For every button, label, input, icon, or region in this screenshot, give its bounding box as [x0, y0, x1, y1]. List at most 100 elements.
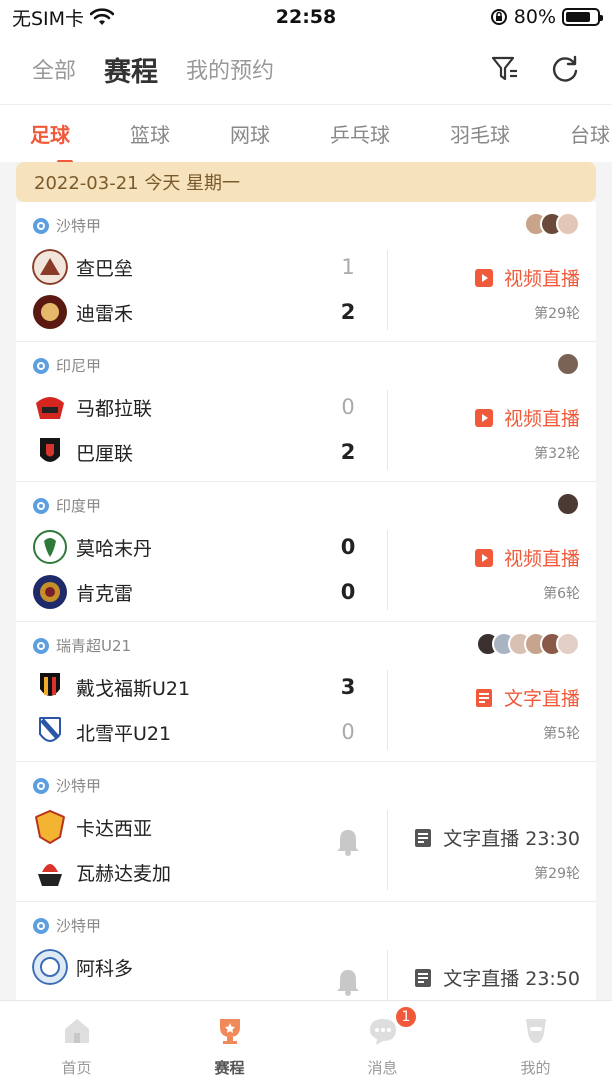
- live-label: 视频直播: [503, 408, 580, 430]
- league: 印尼甲: [32, 355, 101, 376]
- profile-icon: [525, 1019, 546, 1043]
- tab-label: 首页: [61, 1059, 92, 1077]
- away-team: 瓦赫达麦加: [32, 854, 171, 890]
- team-logo: [33, 530, 67, 564]
- tab-profile[interactable]: 我的: [459, 1001, 612, 1088]
- filter-icon[interactable]: [490, 54, 520, 84]
- clock: 22:58: [275, 6, 337, 28]
- league-name: 印尼甲: [56, 357, 102, 375]
- tab-messages[interactable]: 消息 1: [306, 1001, 459, 1088]
- football-icon: [33, 497, 49, 514]
- match-card[interactable]: 瑞青超U21 戴戈福斯U21 北雪平U21 3 0 文字直播 第5轮: [16, 622, 596, 762]
- status-left: 无SIM卡: [12, 4, 115, 31]
- home-team: 阿科多: [32, 949, 133, 985]
- tab-badminton[interactable]: 羽毛球: [420, 119, 540, 148]
- tab-basketball[interactable]: 篮球: [100, 119, 200, 148]
- team-logo: [33, 295, 67, 329]
- live-link[interactable]: 视频直播: [474, 404, 580, 431]
- live-link[interactable]: 文字直播: [474, 684, 580, 711]
- home-score: 0: [340, 535, 356, 559]
- match-card[interactable]: 印度甲 莫哈末丹 肯克雷 0 0 视频直播 第6轮: [16, 482, 596, 622]
- tab-tennis[interactable]: 网球: [200, 119, 300, 148]
- match-card[interactable]: 沙特甲 查巴垒 迪雷禾 1 2 视频直播 第29轮: [16, 202, 596, 342]
- battery-icon: [562, 8, 603, 26]
- live-label: 视频直播: [503, 548, 580, 570]
- viewer-avatars[interactable]: [476, 632, 580, 656]
- team-logo: [32, 949, 68, 985]
- tab-home[interactable]: 首页: [0, 1001, 153, 1088]
- round-label: 第6轮: [543, 586, 580, 602]
- team-logo: [32, 249, 68, 285]
- team-name: 阿科多: [76, 957, 134, 980]
- round-label: 第29轮: [534, 866, 580, 882]
- away-score: 0: [340, 580, 356, 604]
- viewer-avatars[interactable]: [524, 212, 580, 236]
- home-team: 查巴垒: [32, 249, 133, 285]
- divider: [387, 250, 388, 330]
- away-team: 巴厘联: [32, 434, 133, 470]
- team-name: 巴厘联: [76, 442, 134, 465]
- live-link[interactable]: 视频直播: [474, 544, 580, 571]
- league: 瑞青超U21: [32, 635, 131, 656]
- tab-schedule[interactable]: 赛程: [153, 1001, 306, 1088]
- avatar: [556, 212, 580, 236]
- status-right: 80%: [490, 6, 603, 28]
- divider: [387, 390, 388, 470]
- tab-table-tennis[interactable]: 乒乓球: [300, 119, 420, 148]
- away-team: 肯克雷: [32, 574, 133, 610]
- home-team: 马都拉联: [32, 389, 152, 425]
- league: 印度甲: [32, 495, 101, 516]
- tab-billiards[interactable]: 台球: [540, 119, 612, 148]
- away-score: 2: [340, 440, 356, 464]
- match-list: 沙特甲 查巴垒 迪雷禾 1 2 视频直播 第29轮 印尼甲 马都拉联 巴厘联 0…: [16, 202, 596, 1042]
- text-live-icon: [415, 968, 432, 987]
- bottom-tab-bar: 首页 赛程 消息 1 我的: [0, 1000, 612, 1088]
- viewer-avatars[interactable]: [556, 352, 580, 376]
- team-name: 卡达西亚: [76, 817, 153, 840]
- team-logo: [38, 864, 62, 886]
- home-team: 卡达西亚: [32, 809, 152, 845]
- header-tab-schedule[interactable]: 赛程: [104, 50, 158, 89]
- league: 沙特甲: [32, 915, 101, 936]
- avatar: [556, 492, 580, 516]
- video-icon: [474, 548, 493, 567]
- league-name: 瑞青超U21: [56, 637, 132, 655]
- home-team: 莫哈末丹: [32, 529, 152, 565]
- tab-label: 我的: [520, 1059, 551, 1077]
- live-link[interactable]: 视频直播: [474, 264, 580, 291]
- team-name: 迪雷禾: [76, 302, 134, 325]
- league-name: 沙特甲: [56, 777, 102, 795]
- team-name: 肯克雷: [76, 582, 134, 605]
- round-label: 第29轮: [534, 306, 580, 322]
- match-card[interactable]: 沙特甲 卡达西亚 瓦赫达麦加 文字直播 23:30 第29轮: [16, 762, 596, 902]
- away-score: 2: [340, 300, 356, 324]
- viewer-avatars[interactable]: [556, 492, 580, 516]
- tab-label: 赛程: [214, 1059, 245, 1077]
- refresh-icon[interactable]: [550, 54, 580, 84]
- unread-badge: 1: [394, 1005, 418, 1029]
- header-tab-all[interactable]: 全部: [32, 53, 76, 85]
- tab-football[interactable]: 足球: [0, 119, 100, 162]
- team-name: 戴戈福斯U21: [76, 677, 191, 700]
- orientation-lock-icon: [490, 9, 507, 25]
- team-name: 瓦赫达麦加: [76, 862, 172, 885]
- divider: [387, 810, 388, 890]
- date-banner: 2022-03-21 今天 星期一: [16, 162, 596, 202]
- team-name: 马都拉联: [76, 397, 153, 420]
- live-link[interactable]: 文字直播 23:50: [413, 964, 580, 991]
- bell-icon[interactable]: [336, 828, 360, 856]
- league-name: 沙特甲: [56, 217, 102, 235]
- team-logo: [34, 809, 66, 845]
- status-bar: 无SIM卡 22:58 80%: [0, 0, 612, 34]
- football-icon: [33, 777, 49, 794]
- header-actions: [490, 54, 580, 84]
- football-icon: [33, 917, 49, 934]
- header-tab-my-reservations[interactable]: 我的预约: [186, 53, 274, 85]
- video-icon: [474, 268, 493, 287]
- team-logo: [39, 717, 61, 742]
- live-label: 文字直播 23:30: [443, 828, 580, 850]
- trophy-icon: [219, 1019, 240, 1044]
- bell-icon[interactable]: [336, 968, 360, 996]
- match-card[interactable]: 印尼甲 马都拉联 巴厘联 0 2 视频直播 第32轮: [16, 342, 596, 482]
- live-link[interactable]: 文字直播 23:30: [413, 824, 580, 851]
